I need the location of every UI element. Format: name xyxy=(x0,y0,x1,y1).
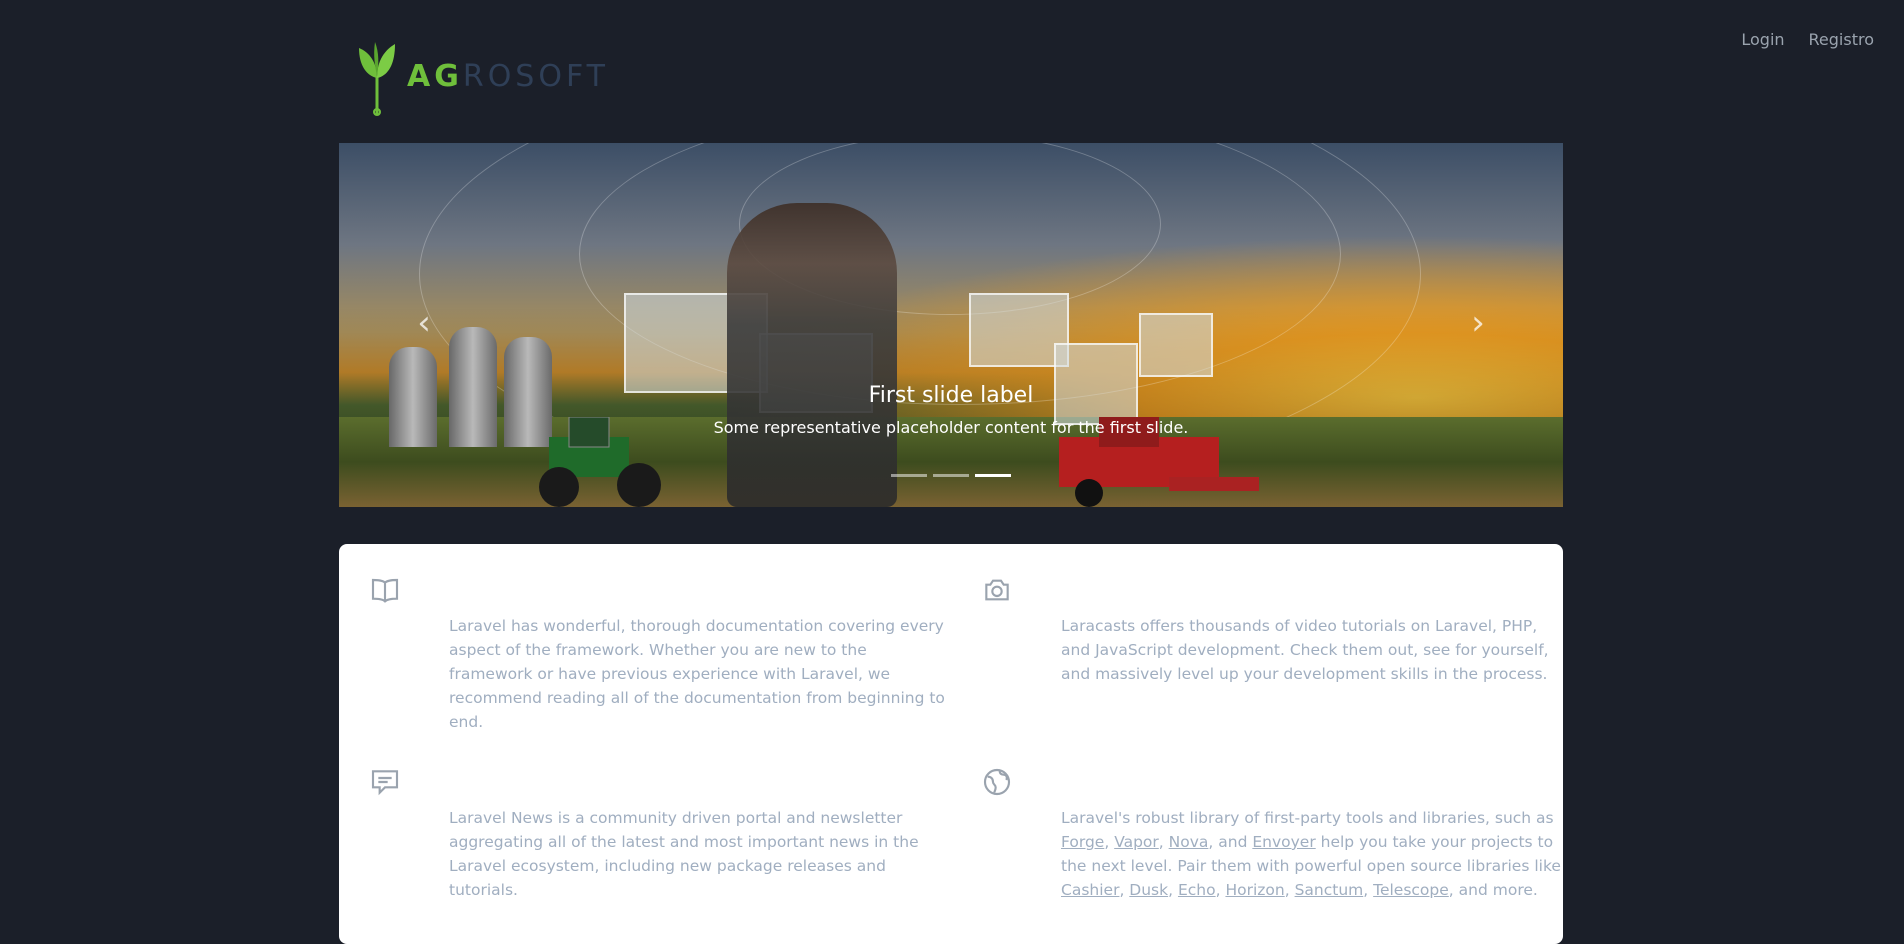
chat-icon xyxy=(371,770,399,796)
book-icon xyxy=(371,578,399,603)
feature-text: Laravel has wonderful, thorough document… xyxy=(449,617,945,731)
text-and: , and xyxy=(1208,833,1248,851)
link-telescope[interactable]: Telescope xyxy=(1373,881,1449,899)
sprout-logo-icon xyxy=(359,42,395,116)
link-dusk[interactable]: Dusk xyxy=(1129,881,1168,899)
carousel-indicator[interactable] xyxy=(891,474,927,477)
feature-text: Laracasts offers thousands of video tuto… xyxy=(1061,617,1549,683)
logo-wordmark: AGROSOFT xyxy=(407,59,609,94)
camera-icon xyxy=(985,579,1009,601)
carousel-indicators xyxy=(339,474,1563,477)
caption-title: First slide label xyxy=(868,383,1034,408)
ecosystem-intro: Laravel's robust library of first-party … xyxy=(1061,809,1554,827)
link-echo[interactable]: Echo xyxy=(1178,881,1216,899)
farmer-person xyxy=(727,203,897,507)
link-nova[interactable]: Nova xyxy=(1169,833,1209,851)
feature-text: Laravel's robust library of first-party … xyxy=(1061,809,1561,899)
carousel-indicator[interactable] xyxy=(933,474,969,477)
floating-screen xyxy=(1139,313,1213,377)
link-envoyer[interactable]: Envoyer xyxy=(1252,833,1315,851)
carousel-prev-button[interactable]: ‹ xyxy=(409,303,439,343)
top-nav: Login Registro xyxy=(1741,30,1874,49)
logo-rest: ROSOFT xyxy=(462,58,610,94)
caption-text: Some representative placeholder content … xyxy=(713,418,1189,437)
link-cashier[interactable]: Cashier xyxy=(1061,881,1119,899)
agrosoft-logo[interactable]: AGROSOFT xyxy=(357,36,609,116)
ecosystem-end: , and more. xyxy=(1448,881,1538,899)
register-link[interactable]: Registro xyxy=(1809,30,1874,49)
logo-accent: AG xyxy=(407,58,463,94)
login-link[interactable]: Login xyxy=(1741,30,1784,49)
features-card: Laravel has wonderful, thorough document… xyxy=(339,544,1563,944)
hero-carousel: ‹ › First slide label Some representativ… xyxy=(339,143,1563,507)
feature-text: Laravel News is a community driven porta… xyxy=(449,809,919,899)
link-horizon[interactable]: Horizon xyxy=(1225,881,1284,899)
link-vapor[interactable]: Vapor xyxy=(1114,833,1159,851)
carousel-caption: First slide label Some representative pl… xyxy=(339,383,1563,437)
carousel-next-button[interactable]: › xyxy=(1463,303,1493,343)
link-forge[interactable]: Forge xyxy=(1061,833,1104,851)
globe-icon xyxy=(983,768,1011,796)
link-sanctum[interactable]: Sanctum xyxy=(1295,881,1364,899)
carousel-indicator-active[interactable] xyxy=(975,474,1011,477)
